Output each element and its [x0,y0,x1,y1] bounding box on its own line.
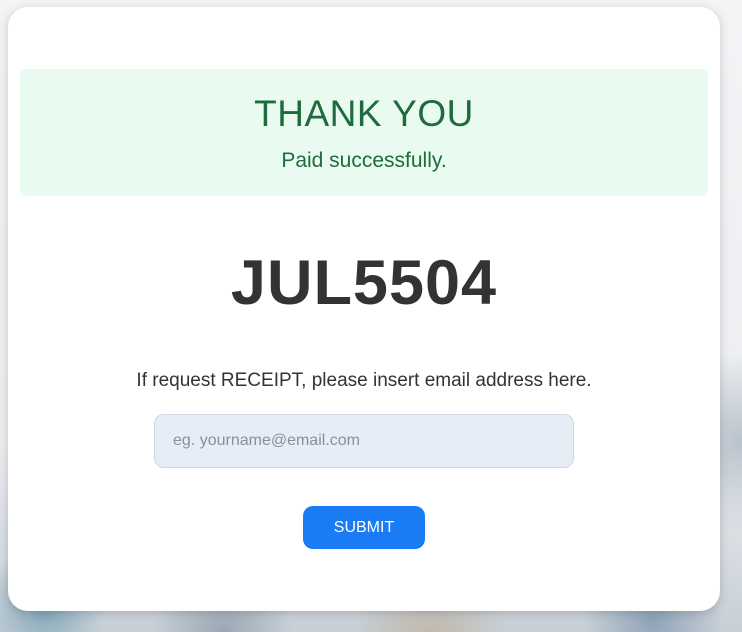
payment-confirmation-card: THANK YOU Paid successfully. JUL5504 If … [8,7,720,611]
payment-status-message: Paid successfully. [281,149,447,172]
order-code: JUL5504 [230,248,498,318]
email-input[interactable] [154,414,574,468]
thank-you-heading: THANK YOU [254,93,474,134]
submit-button[interactable]: SUBMIT [303,506,425,549]
receipt-prompt: If request RECEIPT, please insert email … [136,370,592,391]
success-banner: THANK YOU Paid successfully. [20,69,708,196]
